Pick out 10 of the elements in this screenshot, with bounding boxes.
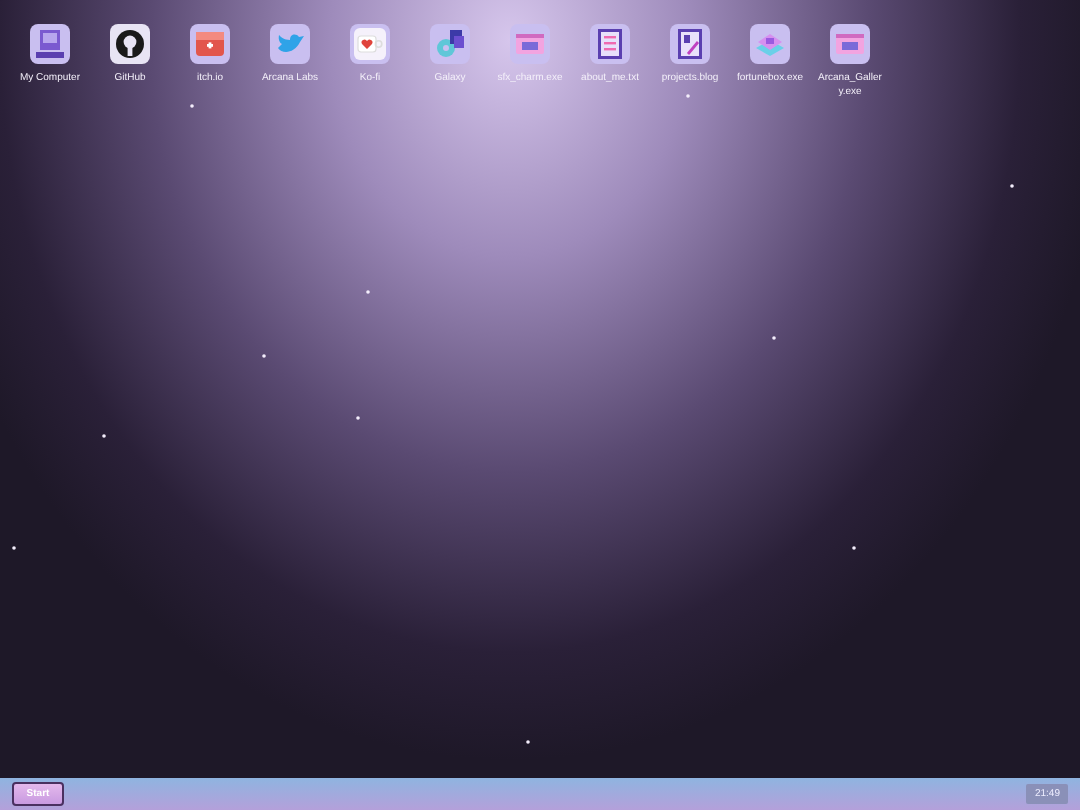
galaxy-icon[interactable] bbox=[430, 24, 470, 64]
store-icon[interactable] bbox=[190, 24, 230, 64]
github-icon[interactable] bbox=[110, 24, 150, 64]
cup-icon[interactable] bbox=[350, 24, 390, 64]
window-icon[interactable] bbox=[510, 24, 550, 64]
notebook-icon[interactable] bbox=[670, 24, 710, 64]
computer-icon[interactable] bbox=[30, 24, 70, 64]
window-icon[interactable] bbox=[830, 24, 870, 64]
document-icon[interactable] bbox=[590, 24, 630, 64]
box-icon[interactable] bbox=[750, 24, 790, 64]
